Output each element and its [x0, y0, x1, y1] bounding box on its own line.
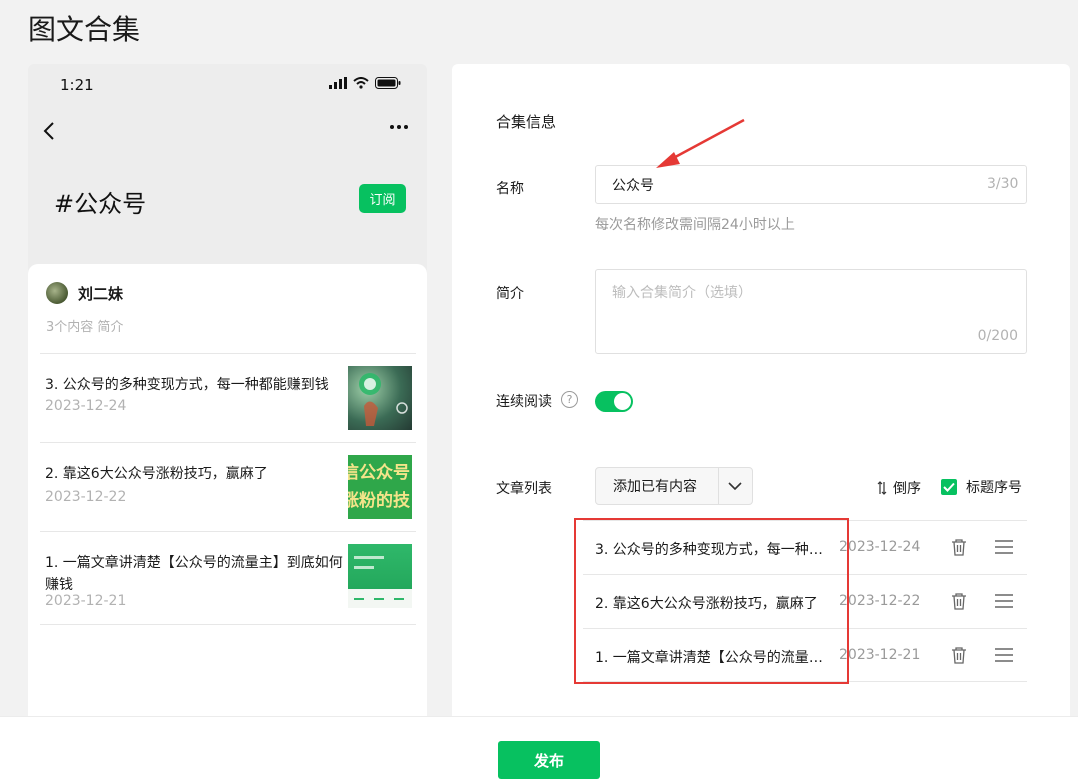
collection-hashtag: #公众号 [54, 190, 147, 218]
list-item[interactable]: 1. 一篇文章讲清楚【公众号的流量主】到底如何赚钱 2023-12-21 [40, 531, 416, 625]
thumbnail-text: 信公众号 涨粉的技 [348, 463, 410, 511]
phone-nav [28, 116, 427, 146]
back-icon[interactable] [42, 120, 56, 142]
trash-icon[interactable] [951, 592, 967, 610]
signal-icon [329, 77, 347, 89]
article-title: 2. 靠这6大公众号涨粉技巧，赢麻了 [45, 466, 268, 482]
name-label: 名称 [496, 181, 524, 197]
intro-char-count: 0/200 [977, 328, 1018, 344]
status-time: 1:21 [60, 76, 94, 94]
help-icon[interactable]: ? [561, 391, 578, 408]
trash-icon[interactable] [951, 646, 967, 664]
trash-icon[interactable] [951, 538, 967, 556]
subscribe-button[interactable]: 订阅 [359, 184, 406, 213]
article-title: 1. 一篇文章讲清楚【公众号的流量主】到底如何赚钱 [45, 555, 343, 593]
article-date: 2023-12-22 [45, 489, 127, 505]
continuous-read-toggle[interactable] [595, 391, 633, 412]
table-row[interactable]: 1. 一篇文章讲清楚【公众号的流量主】到底如何赚钱 2023-12-21 [583, 628, 1027, 682]
phone-preview: 1:21 #公众号 订阅 刘二妹 3个内容 简介 3. 公众号的多种变现方式，每… [28, 64, 427, 724]
drag-handle-icon[interactable] [994, 647, 1014, 663]
more-icon[interactable] [389, 124, 409, 130]
row-title: 2. 靠这6大公众号涨粉技巧，赢麻了 [595, 596, 818, 612]
sort-icon [877, 481, 887, 495]
panel-article-list: 3. 公众号的多种变现方式，每一种都能赚到钱 2023-12-24 2. 靠这6… [583, 520, 1027, 682]
list-item[interactable]: 2. 靠这6大公众号涨粉技巧，赢麻了 2023-12-22 信公众号 涨粉的技 [40, 442, 416, 531]
status-icons [329, 77, 401, 89]
row-title: 1. 一篇文章讲清楚【公众号的流量主】到底如何赚钱 [595, 650, 835, 666]
footer-bar: 发布 [0, 716, 1078, 783]
collection-settings-panel: 合集信息 名称 3/30 每次名称修改需间隔24小时以上 简介 0/200 连续… [452, 64, 1070, 724]
title-number-label: 标题序号 [966, 480, 1022, 496]
annotation-arrow-icon [656, 118, 745, 168]
reverse-order-toggle[interactable]: 倒序 [877, 478, 921, 498]
list-item[interactable]: 3. 公众号的多种变现方式，每一种都能赚到钱 2023-12-24 [40, 353, 416, 442]
section-title: 合集信息 [496, 113, 557, 131]
row-date: 2023-12-22 [839, 593, 921, 609]
publish-button[interactable]: 发布 [498, 741, 600, 779]
row-date: 2023-12-24 [839, 539, 921, 555]
author-row: 刘二妹 [46, 282, 123, 304]
article-date: 2023-12-21 [45, 593, 127, 609]
phone-content-card: 刘二妹 3个内容 简介 3. 公众号的多种变现方式，每一种都能赚到钱 2023-… [28, 264, 427, 724]
article-list-label: 文章列表 [496, 481, 552, 497]
article-thumbnail [348, 544, 412, 608]
checkbox-checked-icon [941, 479, 957, 495]
article-thumbnail [348, 366, 412, 430]
wifi-icon [353, 77, 369, 89]
name-char-count: 3/30 [987, 176, 1019, 192]
toggle-knob [614, 393, 631, 410]
page-title: 图文合集 [28, 13, 141, 46]
row-title: 3. 公众号的多种变现方式，每一种都能赚到钱 [595, 542, 835, 558]
chevron-down-icon[interactable] [718, 482, 752, 490]
author-name: 刘二妹 [78, 284, 124, 303]
continuous-read-label: 连续阅读 [496, 394, 552, 410]
avatar [46, 282, 68, 304]
article-thumbnail: 信公众号 涨粉的技 [348, 455, 412, 519]
drag-handle-icon[interactable] [994, 539, 1014, 555]
battery-icon [375, 77, 401, 89]
phone-article-list: 3. 公众号的多种变现方式，每一种都能赚到钱 2023-12-24 2. 靠这6… [40, 353, 416, 625]
status-bar: 1:21 [28, 64, 427, 104]
drag-handle-icon[interactable] [994, 593, 1014, 609]
reverse-order-label: 倒序 [893, 481, 921, 497]
article-title: 3. 公众号的多种变现方式，每一种都能赚到钱 [45, 377, 329, 393]
table-row[interactable]: 3. 公众号的多种变现方式，每一种都能赚到钱 2023-12-24 [583, 520, 1027, 574]
author-meta: 3个内容 简介 [46, 320, 124, 335]
row-date: 2023-12-21 [839, 647, 921, 663]
intro-textarea[interactable] [595, 269, 1027, 354]
title-number-checkbox[interactable]: 标题序号 [941, 477, 1022, 497]
add-existing-label: 添加已有内容 [613, 479, 697, 495]
article-date: 2023-12-24 [45, 398, 127, 414]
intro-label: 简介 [496, 286, 524, 302]
add-existing-content-button[interactable]: 添加已有内容 [595, 467, 753, 505]
name-hint: 每次名称修改需间隔24小时以上 [595, 217, 795, 233]
table-row[interactable]: 2. 靠这6大公众号涨粉技巧，赢麻了 2023-12-22 [583, 574, 1027, 628]
